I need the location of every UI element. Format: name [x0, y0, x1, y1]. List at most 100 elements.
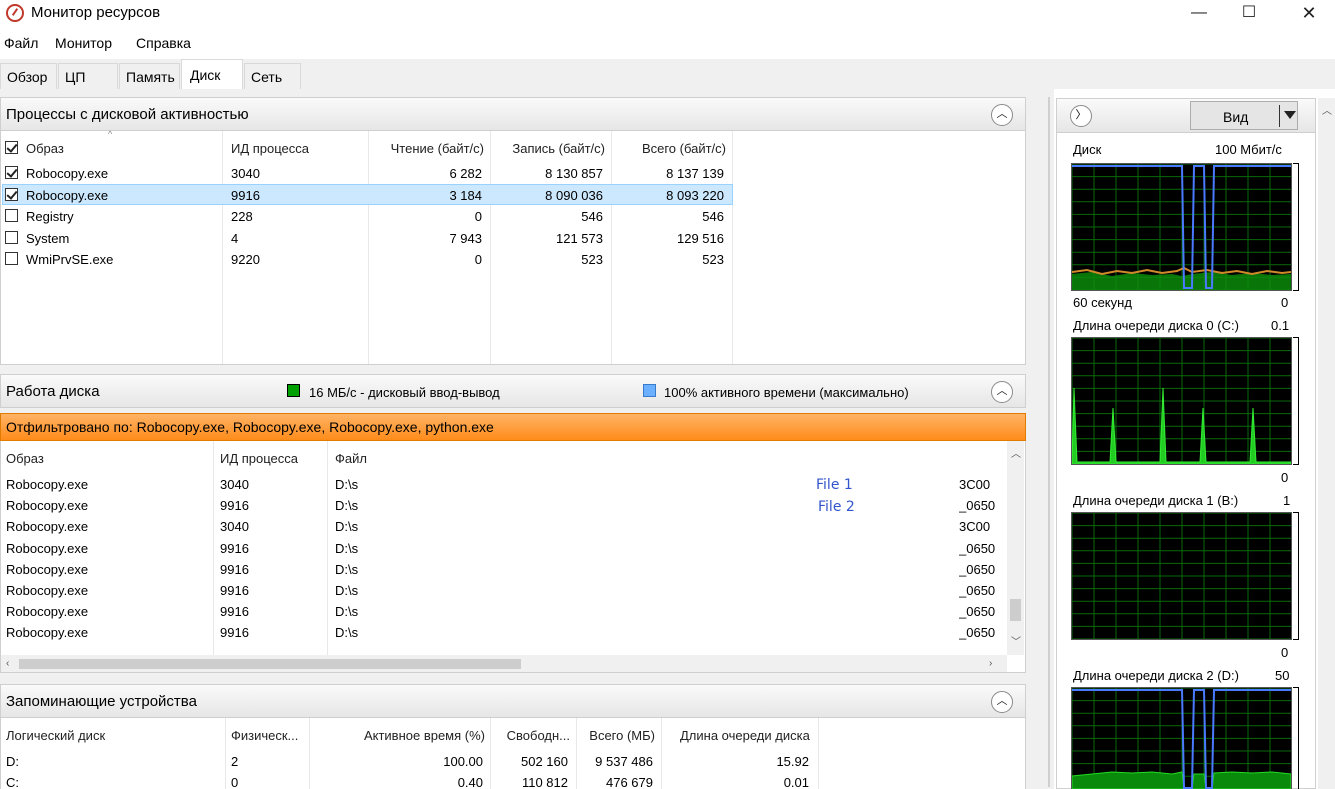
disk-activity-header[interactable]: Работа диска 16 МБ/с - дисковый ввод-выв…	[0, 374, 1026, 408]
col-image[interactable]: Образ	[6, 451, 44, 466]
horizontal-scrollbar[interactable]: ‹ ›	[1, 655, 1007, 672]
scroll-left-icon[interactable]: ‹	[6, 658, 9, 669]
col-pid[interactable]: ИД процесса	[220, 451, 298, 466]
vertical-scrollbar[interactable]: ︿ ﹀	[1007, 441, 1024, 655]
disk-graph	[1071, 163, 1292, 291]
close-button[interactable]: ✕	[1286, 0, 1332, 28]
process-write: 121 573	[556, 230, 603, 246]
col-pid[interactable]: ИД процесса	[231, 141, 309, 156]
process-image[interactable]: Registry	[26, 209, 74, 224]
process-pid: 4	[231, 230, 239, 246]
menu-file[interactable]: Файл	[4, 35, 38, 51]
pane-splitter[interactable]	[1030, 89, 1054, 789]
io-legend: 16 МБ/с - дисковый ввод-вывод	[309, 385, 500, 400]
tab-overview[interactable]: Обзор	[0, 63, 57, 89]
collapse-up-icon[interactable]: ︿	[991, 381, 1013, 403]
activity-image[interactable]: Robocopy.exe	[6, 541, 88, 556]
maximize-button[interactable]: ☐	[1226, 0, 1272, 28]
col-active-time[interactable]: Активное время (%)	[309, 728, 485, 743]
scroll-down-icon[interactable]: ﹀	[1011, 633, 1021, 648]
process-checkbox[interactable]	[5, 252, 18, 265]
col-total-mb[interactable]: Всего (МБ)	[576, 728, 655, 743]
view-button[interactable]: Вид	[1190, 101, 1298, 130]
process-checkbox[interactable]	[5, 230, 18, 244]
graph-queue0-max: 0.1	[1271, 318, 1290, 333]
process-checkbox[interactable]	[5, 187, 18, 201]
view-button-label: Вид	[1223, 109, 1249, 125]
process-write: 8 130 857	[545, 166, 603, 181]
activity-image[interactable]: Robocopy.exe	[6, 583, 88, 598]
activity-pid: 9916	[220, 604, 249, 620]
io-legend-swatch	[287, 384, 300, 397]
process-pid: 228	[231, 209, 253, 224]
storage-active: 0.40	[457, 775, 483, 789]
activity-image[interactable]: Robocopy.exe	[6, 519, 88, 534]
activity-pid: 9916	[220, 498, 249, 514]
window-title: Монитор ресурсов	[31, 4, 161, 21]
process-total: 8 137 139	[666, 166, 724, 181]
activity-file: D:\s	[335, 519, 359, 535]
tab-strip: Обзор ЦП Память Диск Сеть	[0, 59, 1335, 89]
graph-disk-title: Диск	[1073, 142, 1102, 157]
col-file[interactable]: Файл	[335, 451, 367, 466]
collapse-up-icon[interactable]: ︿	[991, 104, 1013, 126]
collapse-up-icon[interactable]: ︿	[991, 691, 1013, 713]
col-free[interactable]: Свободн...	[490, 728, 570, 743]
scroll-up-icon[interactable]: ︿	[1011, 445, 1021, 460]
title-bar: Монитор ресурсов — ☐ ✕	[0, 0, 1335, 28]
graph-pane-scrollbar[interactable]: ︿	[1318, 98, 1335, 789]
process-checkbox[interactable]	[5, 166, 18, 179]
storage-header[interactable]: Запоминающие устройства ︿	[0, 684, 1026, 718]
storage-queue: 15.92	[776, 754, 809, 769]
process-image[interactable]: WmiPrvSE.exe	[26, 252, 113, 267]
activity-image[interactable]: Robocopy.exe	[6, 477, 88, 492]
activity-file-tail: _0650	[959, 625, 996, 641]
process-read: 0	[474, 252, 482, 267]
col-physical[interactable]: Физическ...	[231, 728, 298, 743]
queue0-graph	[1071, 337, 1292, 465]
scroll-thumb[interactable]	[1010, 599, 1021, 621]
select-all-checkbox[interactable]	[5, 141, 18, 154]
activity-pid: 9916	[220, 583, 249, 598]
scroll-up-icon[interactable]: ︿	[1322, 102, 1332, 117]
activity-file-tail: _0650	[959, 604, 996, 620]
expand-right-icon[interactable]: 〉	[1070, 105, 1092, 127]
hscroll-thumb[interactable]	[19, 659, 521, 669]
menu-monitor[interactable]: Монитор	[55, 35, 112, 51]
storage-logical: C:	[6, 775, 19, 789]
activity-pid: 9916	[220, 540, 249, 556]
menu-help[interactable]: Справка	[136, 35, 191, 51]
activity-image[interactable]: Robocopy.exe	[6, 562, 88, 577]
sort-arrow-icon: ^	[108, 129, 113, 139]
process-total: 546	[702, 209, 724, 224]
tab-cpu[interactable]: ЦП	[58, 63, 118, 89]
activity-file: D:\s	[335, 625, 359, 641]
process-pid: 9220	[231, 252, 260, 267]
tab-disk[interactable]: Диск	[181, 59, 243, 89]
activity-pid: 9916	[220, 625, 249, 641]
process-image[interactable]: Robocopy.exe	[26, 166, 108, 181]
col-write[interactable]: Запись (байт/с)	[490, 141, 605, 156]
active-time-legend-swatch	[643, 384, 656, 397]
storage-physical: 0	[231, 775, 239, 789]
tab-memory[interactable]: Память	[119, 63, 180, 89]
col-image[interactable]: Образ	[26, 141, 64, 156]
dropdown-arrow-icon[interactable]	[1284, 111, 1296, 119]
col-read[interactable]: Чтение (байт/с)	[368, 141, 484, 156]
activity-image[interactable]: Robocopy.exe	[6, 604, 88, 619]
col-total[interactable]: Всего (байт/с)	[611, 141, 726, 156]
activity-file: D:\s	[335, 540, 359, 556]
process-checkbox[interactable]	[5, 209, 18, 222]
activity-image[interactable]: Robocopy.exe	[6, 625, 88, 640]
graph-queue1-min: 0	[1281, 645, 1289, 660]
processes-header[interactable]: Процессы с дисковой активностью ︿	[0, 97, 1026, 131]
tab-network[interactable]: Сеть	[244, 63, 301, 89]
process-image[interactable]: Robocopy.exe	[26, 188, 108, 203]
process-image[interactable]: System	[26, 231, 69, 246]
col-queue-length[interactable]: Длина очереди диска	[680, 728, 810, 743]
activity-image[interactable]: Robocopy.exe	[6, 498, 88, 513]
minimize-button[interactable]: —	[1176, 0, 1222, 28]
activity-file-tail: _0650	[959, 561, 996, 577]
col-logical-disk[interactable]: Логический диск	[6, 728, 105, 743]
scroll-right-icon[interactable]: ›	[989, 658, 992, 669]
